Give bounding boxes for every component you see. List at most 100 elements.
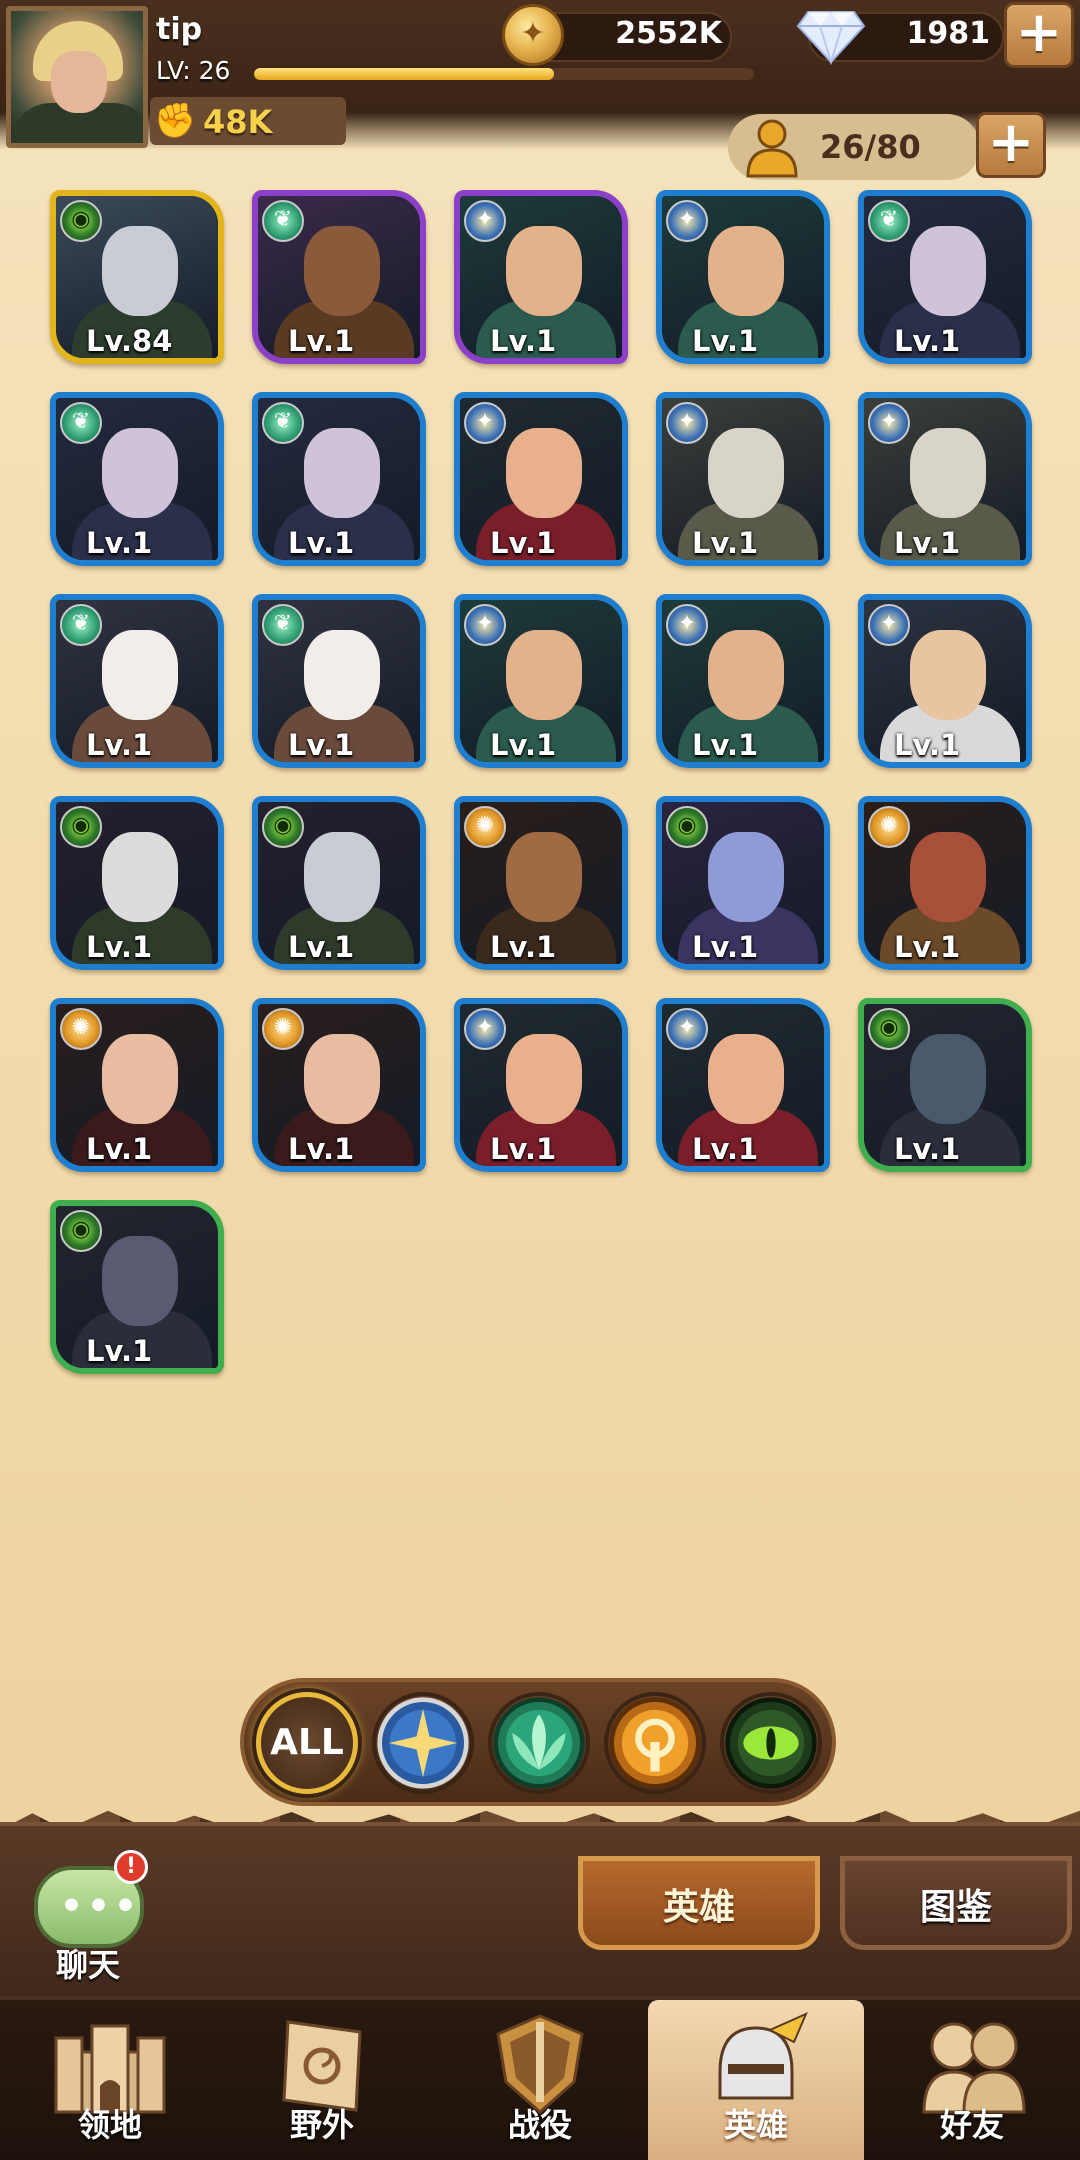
hero-card[interactable]: ✦ Lv.1 bbox=[656, 998, 830, 1172]
hero-card[interactable]: ✺ Lv.1 bbox=[454, 796, 628, 970]
tab-heroes[interactable]: 英雄 bbox=[578, 1856, 820, 1950]
lightbearer-faction-icon: ✦ bbox=[464, 200, 506, 242]
gold-value: 2552K bbox=[615, 16, 722, 51]
hero-card[interactable]: ✦ Lv.1 bbox=[656, 392, 830, 566]
hero-level: Lv.1 bbox=[894, 1132, 961, 1166]
graveborn-faction-icon: ◉ bbox=[666, 806, 708, 848]
lightbearer-faction-icon: ✦ bbox=[666, 1008, 708, 1050]
hero-card[interactable]: ✺ Lv.1 bbox=[858, 796, 1032, 970]
tab-codex[interactable]: 图鉴 bbox=[840, 1856, 1072, 1950]
hero-card[interactable]: ✦ Lv.1 bbox=[454, 998, 628, 1172]
hero-level: Lv.84 bbox=[86, 324, 173, 358]
hero-card[interactable]: ✺ Lv.1 bbox=[50, 998, 224, 1172]
hero-card[interactable]: ❦ Lv.1 bbox=[50, 594, 224, 768]
hero-card[interactable]: ✦ Lv.1 bbox=[454, 190, 628, 364]
hero-card[interactable]: ❦ Lv.1 bbox=[858, 190, 1032, 364]
mauler-filter-icon[interactable] bbox=[604, 1692, 706, 1794]
hero-head bbox=[910, 1034, 986, 1124]
hero-card[interactable]: ✺ Lv.1 bbox=[252, 998, 426, 1172]
nav-friends[interactable]: 好友 bbox=[872, 2000, 1072, 2160]
hero-head bbox=[102, 226, 178, 316]
hero-card[interactable]: ◉ Lv.1 bbox=[50, 1200, 224, 1374]
xp-progress-fill bbox=[254, 68, 554, 80]
hero-head bbox=[506, 226, 582, 316]
hero-card[interactable]: ✦ Lv.1 bbox=[656, 190, 830, 364]
hero-head bbox=[304, 1034, 380, 1124]
hero-card[interactable]: ❦ Lv.1 bbox=[252, 392, 426, 566]
hero-card[interactable]: ❦ Lv.1 bbox=[252, 594, 426, 768]
graveborn-faction-icon: ◉ bbox=[868, 1008, 910, 1050]
filter-all-button[interactable]: ALL bbox=[256, 1692, 358, 1794]
hero-card[interactable]: ❦ Lv.1 bbox=[252, 190, 426, 364]
lightbearer-faction-icon: ✦ bbox=[464, 1008, 506, 1050]
player-avatar[interactable] bbox=[6, 6, 148, 148]
wilder-faction-icon: ❦ bbox=[868, 200, 910, 242]
hero-level: Lv.1 bbox=[490, 526, 557, 560]
hero-card[interactable]: ✦ Lv.1 bbox=[858, 594, 1032, 768]
lightbearer-faction-icon: ✦ bbox=[868, 402, 910, 444]
chat-label: 聊天 bbox=[56, 1946, 121, 1984]
hero-level: Lv.1 bbox=[692, 930, 759, 964]
hero-head bbox=[708, 832, 784, 922]
nav-label: 战役 bbox=[507, 2106, 572, 2144]
lightbearer-faction-icon: ✦ bbox=[464, 604, 506, 646]
player-name: tip bbox=[156, 12, 203, 47]
hero-card[interactable]: ◉ Lv.1 bbox=[50, 796, 224, 970]
add-gems-button[interactable]: + bbox=[1004, 2, 1074, 68]
gold-coin-icon: ✦ bbox=[502, 4, 564, 66]
hero-level: Lv.1 bbox=[894, 728, 961, 762]
hero-level: Lv.1 bbox=[288, 526, 355, 560]
hero-head bbox=[506, 1034, 582, 1124]
graveborn-faction-icon: ◉ bbox=[60, 1210, 102, 1252]
hero-head bbox=[102, 428, 178, 518]
gem-value: 1981 bbox=[906, 16, 991, 51]
lightbearer-filter-icon[interactable] bbox=[372, 1692, 474, 1794]
hero-head bbox=[708, 428, 784, 518]
hero-card[interactable]: ❦ Lv.1 bbox=[50, 392, 224, 566]
avatar-face bbox=[51, 51, 107, 113]
hero-level: Lv.1 bbox=[692, 324, 759, 358]
hero-head bbox=[304, 832, 380, 922]
hero-head bbox=[910, 428, 986, 518]
wilder-faction-icon: ❦ bbox=[262, 200, 304, 242]
hero-card[interactable]: ✦ Lv.1 bbox=[454, 392, 628, 566]
lightbearer-faction-icon: ✦ bbox=[666, 604, 708, 646]
hero-level: Lv.1 bbox=[288, 324, 355, 358]
hero-card[interactable]: ◉ Lv.1 bbox=[656, 796, 830, 970]
graveborn-filter-icon[interactable] bbox=[720, 1692, 822, 1794]
nav-territory[interactable]: 领地 bbox=[10, 2000, 210, 2160]
hero-head bbox=[102, 1236, 178, 1326]
hero-card[interactable]: ✦ Lv.1 bbox=[656, 594, 830, 768]
expand-roster-button[interactable]: + bbox=[976, 112, 1046, 178]
hero-card[interactable]: ◉ Lv.84 bbox=[50, 190, 224, 364]
wilder-faction-icon: ❦ bbox=[60, 402, 102, 444]
diamond-icon bbox=[796, 11, 866, 66]
hero-card[interactable]: ✦ Lv.1 bbox=[858, 392, 1032, 566]
nav-heroes[interactable]: 英雄 bbox=[648, 2000, 864, 2160]
hero-card[interactable]: ◉ Lv.1 bbox=[858, 998, 1032, 1172]
nav-campaign[interactable]: 战役 bbox=[440, 2000, 640, 2160]
hero-head bbox=[304, 630, 380, 720]
wilder-faction-icon: ❦ bbox=[60, 604, 102, 646]
hero-level: Lv.1 bbox=[490, 324, 557, 358]
hero-level: Lv.1 bbox=[288, 728, 355, 762]
chat-notification-badge: ! bbox=[114, 1850, 148, 1884]
mauler-faction-icon: ✺ bbox=[60, 1008, 102, 1050]
hero-card[interactable]: ✦ Lv.1 bbox=[454, 594, 628, 768]
nav-label: 英雄 bbox=[723, 2106, 788, 2144]
nav-wilderness[interactable]: 野外 bbox=[222, 2000, 422, 2160]
hero-head bbox=[910, 832, 986, 922]
fist-power-icon: ✊ bbox=[154, 101, 197, 141]
person-icon bbox=[746, 119, 798, 178]
mauler-faction-icon: ✺ bbox=[464, 806, 506, 848]
player-level: LV: 26 bbox=[156, 56, 231, 85]
hero-head bbox=[506, 428, 582, 518]
lightbearer-faction-icon: ✦ bbox=[666, 200, 708, 242]
hero-card[interactable]: ◉ Lv.1 bbox=[252, 796, 426, 970]
wilder-filter-icon[interactable] bbox=[488, 1692, 590, 1794]
hero-head bbox=[506, 630, 582, 720]
hero-head bbox=[102, 630, 178, 720]
hero-head bbox=[708, 226, 784, 316]
wilder-faction-icon: ❦ bbox=[262, 604, 304, 646]
hero-level: Lv.1 bbox=[692, 728, 759, 762]
